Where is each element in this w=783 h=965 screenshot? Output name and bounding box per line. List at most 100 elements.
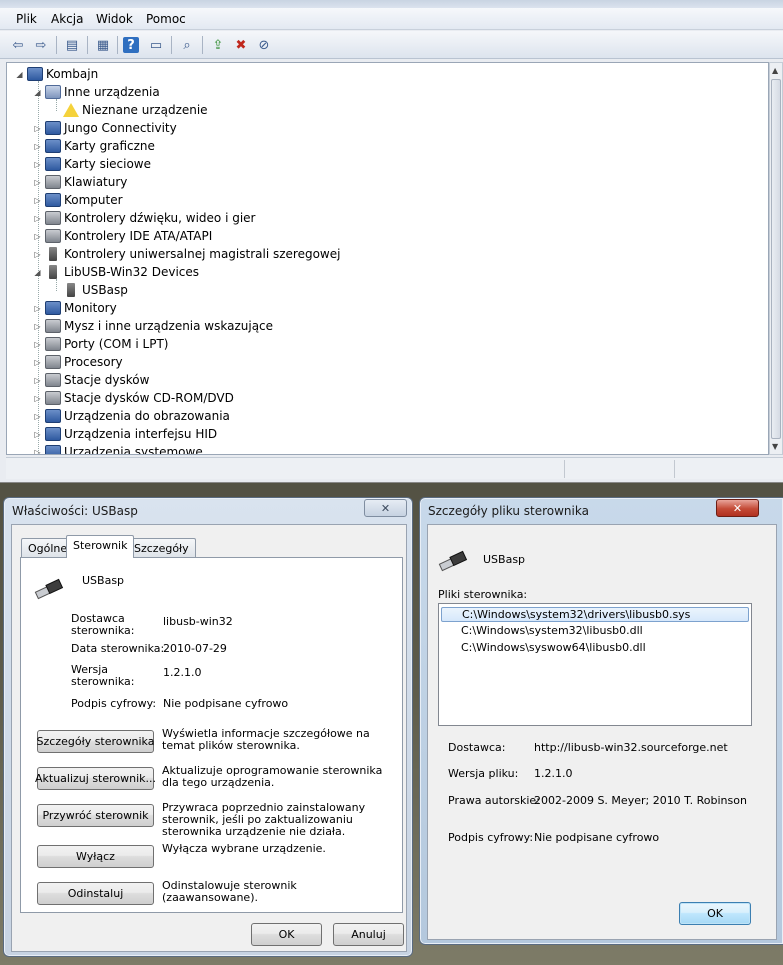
imaging-icon — [45, 409, 61, 423]
disable-icon[interactable]: ⊘ — [254, 35, 274, 55]
menu-widok[interactable]: Widok — [96, 12, 133, 26]
device-tree[interactable]: ◢ Kombajn ◢ Inne urządzenia Nieznane urządze… — [6, 62, 769, 455]
ok-button[interactable]: OK — [679, 902, 751, 925]
expand-arrow-icon[interactable]: ▷ — [33, 322, 42, 331]
close-icon[interactable]: ✕ — [364, 499, 407, 517]
expand-arrow-icon[interactable]: ▷ — [33, 250, 42, 259]
uninstall-icon[interactable]: ✖ — [231, 35, 251, 55]
tree-node[interactable]: ▷ Porty (COM i LPT) — [33, 335, 168, 353]
expand-arrow-icon[interactable]: ▷ — [33, 196, 42, 205]
files-label: Pliki sterownika: — [438, 588, 528, 601]
disable-button[interactable]: Wyłącz — [37, 845, 154, 868]
tree-node[interactable]: Nieznane urządzenie — [51, 101, 208, 119]
expand-arrow-icon[interactable]: ▷ — [33, 448, 42, 455]
tree-node-label: Urządzenia interfejsu HID — [64, 427, 218, 441]
tab-szczegoly[interactable]: Szczegóły — [127, 538, 196, 558]
tree-node[interactable]: ▷ Urządzenia interfejsu HID — [33, 425, 217, 443]
tree-node[interactable]: ▷ Karty graficzne — [33, 137, 155, 155]
expand-arrow-icon[interactable]: ▷ — [33, 376, 42, 385]
tree-node[interactable]: ▷ Klawiatury — [33, 173, 127, 191]
collapse-arrow-icon[interactable]: ◢ — [33, 268, 42, 277]
tree-node-label: Klawiatury — [64, 175, 128, 189]
collapse-arrow-icon[interactable]: ◢ — [33, 88, 42, 97]
driver-details-button[interactable]: Szczegóły sterownika — [37, 730, 154, 753]
tree-node[interactable]: ▷ Procesory — [33, 353, 123, 371]
scroll-up-arrow-icon[interactable]: ▲ — [772, 66, 778, 75]
update-driver-icon[interactable]: ⇪ — [208, 35, 228, 55]
tree-node-label: LibUSB-Win32 Devices — [64, 265, 200, 279]
hid-icon — [45, 427, 61, 441]
expand-arrow-icon[interactable]: ▷ — [33, 394, 42, 403]
expand-arrow-icon[interactable]: ▷ — [33, 124, 42, 133]
tree-node[interactable]: ◢ Inne urządzenia — [33, 83, 160, 101]
collapse-arrow-icon[interactable]: ◢ — [15, 70, 24, 79]
tree-node[interactable]: USBasp — [51, 281, 128, 299]
tree-node[interactable]: ▷ Monitory — [33, 299, 117, 317]
update-driver-button[interactable]: Aktualizuj sterownik... — [35, 767, 156, 790]
tree-node[interactable]: ▷ Kontrolery uniwersalnej magistrali szer… — [33, 245, 340, 263]
expand-arrow-icon[interactable]: ▷ — [33, 214, 42, 223]
tree-node-label: Kontrolery dźwięku, wideo i gier — [64, 211, 256, 225]
ok-button[interactable]: OK — [251, 923, 322, 946]
tree-node-label: Procesory — [64, 355, 123, 369]
menu-akcja[interactable]: Akcja — [51, 12, 83, 26]
expand-arrow-icon[interactable]: ▷ — [33, 340, 42, 349]
list-item[interactable]: C:\Windows\system32\drivers\libusb0.sys — [441, 607, 749, 622]
tab-sterownik[interactable]: Sterownik — [66, 535, 135, 558]
expand-arrow-icon[interactable]: ▷ — [33, 358, 42, 367]
scrollbar-thumb[interactable] — [771, 79, 781, 439]
tree-node[interactable]: ▷ Stacje dysków CD-ROM/DVD — [33, 389, 234, 407]
uninstall-button[interactable]: Odinstaluj — [37, 882, 154, 905]
tree-node-label: Kontrolery uniwersalnej magistrali szere… — [64, 247, 341, 261]
toolbar-separator — [87, 36, 88, 54]
expand-arrow-icon[interactable]: ▷ — [33, 304, 42, 313]
status-bar — [6, 457, 783, 479]
forward-icon[interactable]: ⇨ — [31, 35, 51, 55]
signer-label: Podpis cyfrowy: — [71, 697, 157, 710]
menu-plik[interactable]: Plik — [16, 12, 37, 26]
expand-arrow-icon[interactable]: ▷ — [33, 232, 42, 241]
tree-node[interactable]: ▷ Jungo Connectivity — [33, 119, 177, 137]
expand-arrow-icon[interactable]: ▷ — [33, 430, 42, 439]
menu-pomoc[interactable]: Pomoc — [146, 12, 186, 26]
tree-node[interactable]: ▷ Kontrolery IDE ATA/ATAPI — [33, 227, 212, 245]
tree-node[interactable]: ▷ Mysz i inne urządzenia wskazujące — [33, 317, 273, 335]
close-icon[interactable]: ✕ — [716, 499, 759, 517]
tree-scrollbar[interactable]: ▲ ▼ — [769, 62, 783, 455]
tree-node[interactable]: ▷ Komputer — [33, 191, 123, 209]
help-icon[interactable]: ? — [123, 37, 139, 53]
expand-arrow-icon[interactable]: ▷ — [33, 142, 42, 151]
tree-node[interactable]: ▷ Urządzenia systemowe — [33, 443, 203, 455]
provider-label: Dostawca: — [448, 741, 506, 754]
scan-hardware-icon[interactable]: ⌕ — [177, 35, 197, 55]
network-adapter-icon — [45, 157, 61, 171]
tree-node[interactable]: ▷ Urządzenia do obrazowania — [33, 407, 230, 425]
tree-node[interactable]: ▷ Stacje dysków — [33, 371, 149, 389]
back-icon[interactable]: ⇦ — [8, 35, 28, 55]
expand-arrow-icon[interactable]: ▷ — [33, 160, 42, 169]
expand-arrow-icon[interactable]: ▷ — [33, 178, 42, 187]
version-value: 1.2.1.0 — [163, 666, 202, 679]
tree-node[interactable]: ▷ Karty sieciowe — [33, 155, 151, 173]
tree-node-label: Karty graficzne — [64, 139, 155, 153]
expand-arrow-icon[interactable]: ▷ — [33, 412, 42, 421]
tree-node[interactable]: ◢ LibUSB-Win32 Devices — [33, 263, 199, 281]
scroll-down-arrow-icon[interactable]: ▼ — [772, 442, 778, 451]
driver-files-list[interactable]: C:\Windows\system32\drivers\libusb0.sys … — [438, 603, 752, 726]
toolbar-separator — [56, 36, 57, 54]
tree-node-label: Nieznane urządzenie — [82, 103, 208, 117]
properties-icon[interactable]: ▦ — [93, 35, 113, 55]
tree-node[interactable]: ◢ Kombajn — [15, 65, 98, 83]
list-item[interactable]: C:\Windows\system32\libusb0.dll — [441, 624, 643, 639]
cancel-button[interactable]: Anuluj — [333, 923, 404, 946]
keyboard-icon — [45, 175, 61, 189]
up-level-icon[interactable]: ▤ — [62, 35, 82, 55]
roll-back-driver-button[interactable]: Przywróć sterownik — [37, 804, 154, 827]
toolbar: ⇦ ⇨ ▤ ▦ ? ▭ ⌕ ⇪ ✖ ⊘ — [0, 31, 783, 59]
list-item[interactable]: C:\Windows\syswow64\libusb0.dll — [441, 641, 646, 656]
show-hidden-icon[interactable]: ▭ — [146, 35, 166, 55]
update-driver-desc: Aktualizuje oprogramowanie sterownika dl… — [162, 764, 383, 789]
toolbar-separator — [117, 36, 118, 54]
tree-node[interactable]: ▷ Kontrolery dźwięku, wideo i gier — [33, 209, 255, 227]
signer-label: Podpis cyfrowy: — [448, 831, 534, 844]
